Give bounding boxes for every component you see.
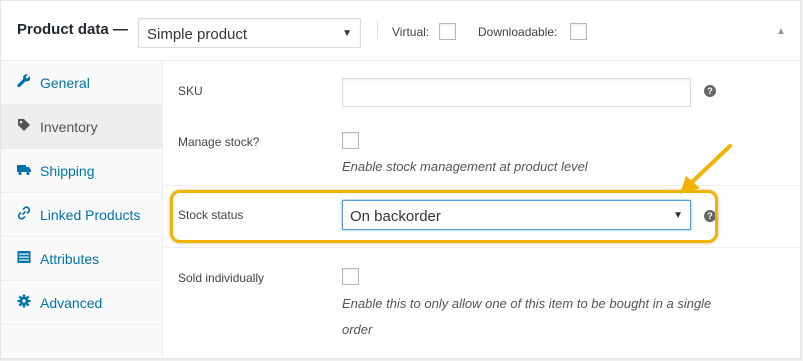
inventory-panel: SKU ? Manage stock? Enable stock managem… (164, 61, 800, 358)
product-data-tabs: General Inventory Shipping Linked Produc… (1, 61, 163, 358)
sold-individually-checkbox[interactable] (342, 268, 359, 285)
sold-individually-label: Sold individually (178, 271, 265, 285)
tab-linked-products[interactable]: Linked Products (1, 193, 163, 237)
stock-status-select[interactable]: On backorder ▼ (342, 200, 691, 230)
virtual-label: Virtual: (392, 25, 430, 39)
truck-icon (17, 162, 31, 176)
tab-label: Shipping (40, 163, 95, 179)
tab-label: General (40, 75, 90, 91)
chevron-down-icon: ▼ (673, 210, 683, 221)
sold-individually-description-line2: order (342, 322, 373, 337)
sold-individually-description-line1: Enable this to only allow one of this it… (342, 296, 712, 311)
stock-status-label: Stock status (178, 208, 244, 222)
product-type-value: Simple product (147, 26, 248, 43)
downloadable-checkbox[interactable] (570, 23, 587, 40)
link-icon (17, 206, 31, 220)
tab-advanced[interactable]: Advanced (1, 281, 163, 325)
product-data-header: Product data — Simple product ▼ Virtual:… (1, 1, 800, 61)
tab-label: Attributes (40, 251, 100, 267)
sku-label: SKU (178, 84, 203, 98)
product-data-title: Product data — (17, 21, 128, 38)
section-divider (164, 247, 800, 248)
product-type-select[interactable]: Simple product ▼ (138, 18, 361, 48)
list-icon (17, 250, 31, 264)
gear-icon (17, 294, 31, 308)
sku-input[interactable] (342, 78, 691, 107)
tab-label: Linked Products (40, 207, 141, 223)
tab-attributes[interactable]: Attributes (1, 237, 163, 281)
tab-label: Inventory (40, 119, 98, 135)
tab-inventory[interactable]: Inventory (1, 105, 163, 149)
manage-stock-checkbox[interactable] (342, 132, 359, 149)
tab-general[interactable]: General (1, 61, 163, 105)
manage-stock-description: Enable stock management at product level (342, 159, 588, 174)
header-separator (377, 21, 378, 39)
downloadable-label: Downloadable: (478, 25, 558, 39)
manage-stock-label: Manage stock? (178, 135, 260, 149)
collapse-arrow-icon[interactable]: ▲ (776, 26, 786, 37)
help-icon[interactable]: ? (704, 85, 716, 97)
tab-label: Advanced (40, 295, 103, 311)
tab-shipping[interactable]: Shipping (1, 149, 163, 193)
wrench-icon (17, 74, 31, 88)
help-icon[interactable]: ? (704, 210, 716, 222)
pointer-arrow-icon (680, 144, 732, 194)
chevron-down-icon: ▼ (342, 28, 352, 39)
stock-status-value: On backorder (350, 208, 441, 225)
tag-icon (17, 118, 31, 132)
virtual-checkbox[interactable] (439, 23, 456, 40)
